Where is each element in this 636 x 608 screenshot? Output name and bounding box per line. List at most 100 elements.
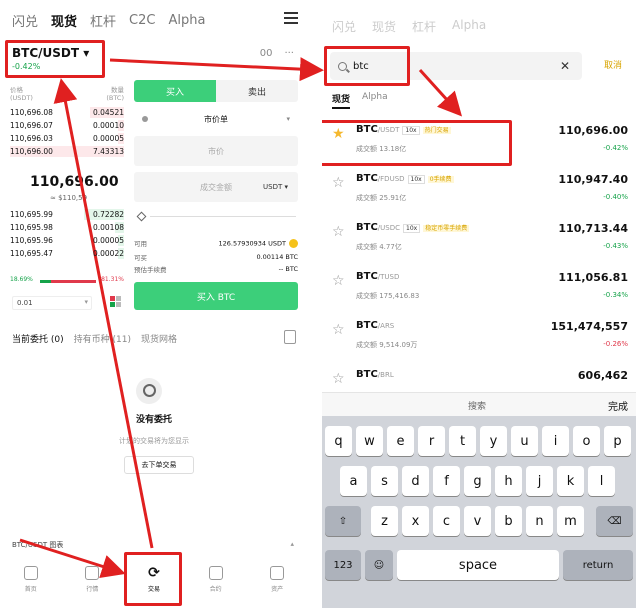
key-c[interactable]: c	[433, 506, 460, 536]
ratio-bar-fill	[40, 280, 51, 283]
space-key[interactable]: space	[397, 550, 559, 580]
nav-item[interactable]: 杠杆	[90, 11, 116, 30]
result-row[interactable]: ☆ BTC/TUSD 成交额 175,416.83 111,056.81 -0.…	[322, 265, 636, 313]
key-z[interactable]: z	[371, 506, 398, 536]
key-x[interactable]: x	[402, 506, 429, 536]
key-b[interactable]: b	[495, 506, 522, 536]
key-m[interactable]: m	[557, 506, 584, 536]
key-w[interactable]: w	[356, 426, 383, 456]
nav-item[interactable]: 闪兑	[12, 11, 38, 30]
bid-row[interactable]: 110,695.96 0.00005	[10, 234, 124, 247]
key-v[interactable]: v	[464, 506, 491, 536]
nav-markets[interactable]: 行情	[70, 558, 114, 593]
star-icon[interactable]: ☆	[332, 175, 345, 191]
key-a[interactable]: a	[340, 466, 367, 496]
amount-unit-select[interactable]: USDT ▾	[263, 183, 288, 191]
key-o[interactable]: o	[573, 426, 600, 456]
key-n[interactable]: n	[526, 506, 553, 536]
key-d[interactable]: d	[402, 466, 429, 496]
bid-qty: 0.72282	[92, 210, 124, 219]
buy-button[interactable]: 买入 BTC	[134, 282, 298, 310]
chevron-up-icon[interactable]: ▴	[290, 540, 294, 548]
top-nav: 闪兑 现货 杠杆 C2C Alpha	[12, 8, 296, 32]
key-r[interactable]: r	[418, 426, 445, 456]
key-g[interactable]: g	[464, 466, 491, 496]
buyable-row: 可买 0.00114 BTC	[134, 252, 298, 262]
ask-row[interactable]: 110,696.03 0.00005	[10, 132, 124, 145]
key-t[interactable]: t	[449, 426, 476, 456]
key-h[interactable]: h	[495, 466, 522, 496]
return-key[interactable]: return	[563, 550, 633, 580]
star-icon[interactable]: ☆	[332, 273, 345, 289]
fee-value: -- BTC	[278, 265, 298, 273]
done-button[interactable]: 完成	[608, 398, 628, 413]
more-icon[interactable]: ···	[284, 48, 294, 59]
result-symbol: BTC/FDUSD 10x 0手续费	[356, 173, 454, 184]
star-icon[interactable]: ☆	[332, 322, 345, 338]
numbers-key[interactable]: 123	[325, 550, 361, 580]
menu-icon[interactable]	[284, 12, 298, 24]
backspace-key[interactable]: ⌫	[596, 506, 633, 536]
tab-open-orders[interactable]: 当前委托 (0)	[12, 332, 64, 345]
result-volume: 成交额 4.77亿	[356, 243, 402, 251]
tab-spot[interactable]: 现货	[332, 92, 351, 109]
tab-alpha[interactable]: Alpha	[362, 92, 388, 109]
tab-sell[interactable]: 卖出	[216, 80, 298, 102]
nav-home[interactable]: 首页	[9, 558, 53, 593]
bid-row[interactable]: 110,695.99 0.72282	[10, 208, 124, 221]
nav-item[interactable]: C2C	[129, 13, 155, 28]
ask-row[interactable]: 110,696.08 0.04521	[10, 106, 124, 119]
star-icon[interactable]: ☆	[332, 224, 345, 240]
price-field[interactable]: 市价	[134, 136, 298, 166]
add-funds-icon[interactable]	[289, 238, 298, 248]
candles-icon[interactable]: 00	[260, 48, 273, 59]
chart-toggle[interactable]: BTC/USDT 图表	[12, 540, 63, 550]
key-q[interactable]: q	[325, 426, 352, 456]
slider-handle[interactable]	[136, 211, 147, 222]
key-s[interactable]: s	[371, 466, 398, 496]
nav-item[interactable]: Alpha	[168, 13, 205, 28]
amount-slider[interactable]	[150, 216, 296, 217]
key-p[interactable]: p	[604, 426, 631, 456]
amount-field[interactable]: 成交金额 USDT ▾	[134, 172, 298, 202]
tab-buy[interactable]: 买入	[134, 80, 216, 102]
result-price: 111,056.81	[558, 271, 628, 284]
key-f[interactable]: f	[433, 466, 460, 496]
promo-tag: 0手续费	[427, 176, 454, 183]
key-y[interactable]: y	[480, 426, 507, 456]
ask-price: 110,696.08	[10, 108, 53, 117]
highlight-search	[324, 46, 410, 86]
key-j[interactable]: j	[526, 466, 553, 496]
key-i[interactable]: i	[542, 426, 569, 456]
tab-holdings[interactable]: 持有币种 (11)	[74, 332, 131, 345]
order-history-icon[interactable]	[284, 330, 296, 344]
info-icon	[142, 116, 148, 122]
key-l[interactable]: l	[588, 466, 615, 496]
emoji-key[interactable]: ☺	[365, 550, 393, 580]
go-trade-button[interactable]: 去下单交易	[124, 456, 194, 474]
ask-row[interactable]: 110,696.00 7.43313	[10, 145, 124, 158]
depth-select[interactable]: 0.01	[12, 296, 92, 310]
key-u[interactable]: u	[511, 426, 538, 456]
mid-price-fiat: ≈ $110,59	[50, 194, 88, 202]
leverage-badge: 10x	[403, 224, 421, 233]
result-row[interactable]: ☆ BTC/USDC 10x 稳定币零手续费 成交额 4.77亿 110,713.4…	[322, 216, 636, 264]
tab-spot-grid[interactable]: 现货网格	[141, 332, 177, 345]
nav-futures[interactable]: 合约	[194, 558, 238, 593]
nav-item[interactable]: 现货	[51, 11, 77, 30]
bid-row[interactable]: 110,695.47 0.00022	[10, 247, 124, 260]
nav-assets[interactable]: 资产	[255, 558, 299, 593]
available-row: 可用 126.57930934 USDT	[134, 238, 298, 248]
star-icon[interactable]: ☆	[332, 371, 345, 387]
cancel-button[interactable]: 取消	[604, 58, 622, 71]
orderbook-layout-icon[interactable]	[110, 296, 122, 308]
shift-key[interactable]: ⇧	[325, 506, 361, 536]
order-type-select[interactable]: 市价单 ▾	[138, 112, 294, 126]
clear-icon[interactable]: ✕	[560, 59, 570, 73]
result-row[interactable]: ☆ BTC/ARS 成交额 9,514.09万 151,474,557 -0.2…	[322, 314, 636, 362]
key-k[interactable]: k	[557, 466, 584, 496]
result-row[interactable]: ☆ BTC/FDUSD 10x 0手续费 成交额 25.91亿 110,947.40…	[322, 167, 636, 215]
ask-row[interactable]: 110,696.07 0.00010	[10, 119, 124, 132]
bid-row[interactable]: 110,695.98 0.00108	[10, 221, 124, 234]
key-e[interactable]: e	[387, 426, 414, 456]
